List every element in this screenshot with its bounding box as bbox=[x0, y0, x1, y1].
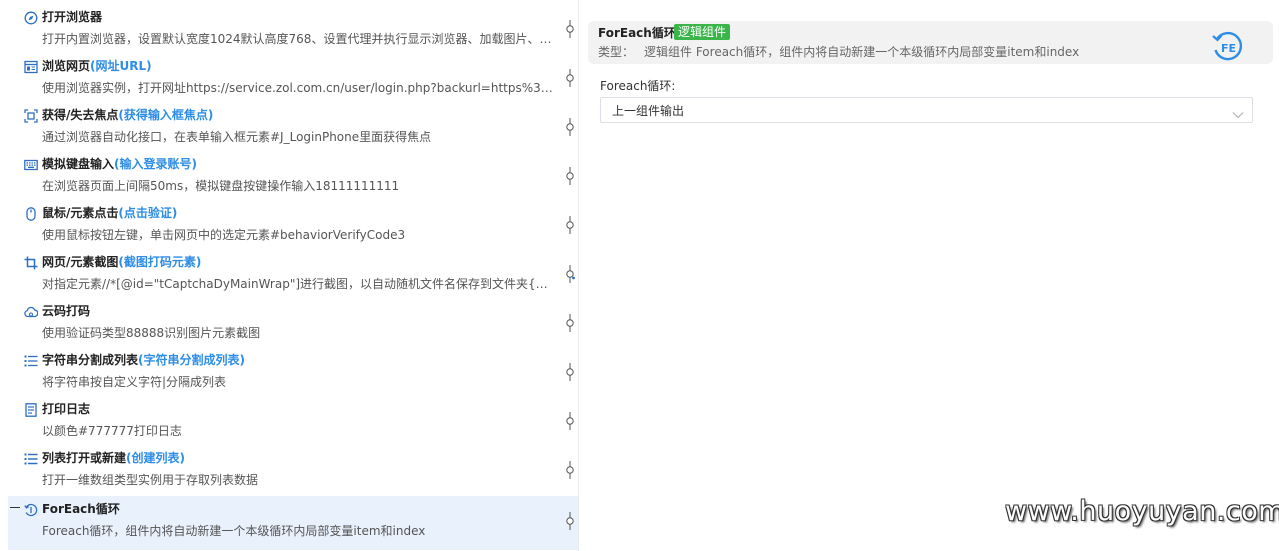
step-title: 打开浏览器 bbox=[42, 10, 103, 24]
component-type: 类型： 逻辑组件 Foreach循环，组件内将自动新建一个本级循环内局部变量ite… bbox=[598, 45, 1080, 59]
step-description: Foreach循环，组件内将自动新建一个本级循环内局部变量item和index bbox=[42, 524, 426, 538]
connector-icon[interactable] bbox=[565, 363, 575, 381]
connector-icon[interactable] bbox=[565, 314, 575, 332]
step-title: 云码打码 bbox=[42, 304, 91, 318]
connector-icon[interactable] bbox=[565, 265, 575, 283]
connector-icon[interactable] bbox=[565, 118, 575, 136]
compass-icon bbox=[24, 11, 38, 25]
connector-icon[interactable] bbox=[565, 167, 575, 185]
list-icon bbox=[24, 452, 38, 466]
step-mouse-click[interactable]: 鼠标/元素点击(点击验证) 使用鼠标按钮左键，单击网页中的选定元素#behavi… bbox=[8, 200, 578, 249]
focus-icon bbox=[24, 109, 38, 123]
step-title: 鼠标/元素点击(点击验证) bbox=[42, 206, 178, 220]
mouse-icon bbox=[24, 207, 38, 221]
step-title: 模拟键盘输入(输入登录账号) bbox=[42, 157, 197, 171]
step-description: 使用鼠标按钮左键，单击网页中的选定元素#behaviorVerifyCode3 bbox=[42, 228, 406, 242]
keyboard-icon bbox=[24, 158, 38, 172]
foreach-field-label: Foreach循环: bbox=[600, 79, 676, 93]
chevron-down-icon bbox=[1232, 105, 1244, 119]
step-description: 打开内置浏览器，设置默认宽度1024默认高度768、设置代理并执行显示浏览器、加… bbox=[42, 32, 554, 46]
cloud-icon bbox=[24, 305, 38, 319]
step-title: 打印日志 bbox=[42, 402, 91, 416]
step-open-browser[interactable]: 打开浏览器 打开内置浏览器，设置默认宽度1024默认高度768、设置代理并执行显… bbox=[8, 4, 578, 53]
watermark: www.huoyuyan.com bbox=[1005, 496, 1279, 527]
connector-icon[interactable] bbox=[565, 20, 575, 38]
log-icon bbox=[24, 403, 38, 417]
component-badge: 逻辑组件 bbox=[674, 24, 731, 40]
step-title: 字符串分割成列表(字符串分割成列表) bbox=[42, 353, 245, 367]
step-description: 打开一维数组类型实例用于存取列表数据 bbox=[42, 473, 259, 487]
loop-icon bbox=[24, 503, 38, 517]
connector-icon[interactable] bbox=[565, 512, 575, 530]
step-keyboard-input[interactable]: 模拟键盘输入(输入登录账号) 在浏览器页面上间隔50ms，模拟键盘按键操作输入1… bbox=[8, 151, 578, 200]
svg-text:FE: FE bbox=[1221, 42, 1236, 55]
connector-icon[interactable] bbox=[565, 69, 575, 87]
step-string-split[interactable]: 字符串分割成列表(字符串分割成列表) 将字符串按自定义字符|分隔成列表 bbox=[8, 347, 578, 396]
step-cloud-captcha[interactable]: 云码打码 使用验证码类型88888识别图片元素截图 bbox=[8, 298, 578, 347]
step-browse-page[interactable]: 浏览网页(网址URL) 使用浏览器实例，打开网址https://service.… bbox=[8, 53, 578, 102]
step-description: 将字符串按自定义字符|分隔成列表 bbox=[42, 375, 227, 389]
step-list-create[interactable]: 列表打开或新建(创建列表) 打开一维数组类型实例用于存取列表数据 bbox=[8, 445, 578, 494]
split-list-icon bbox=[24, 354, 38, 368]
connector-icon[interactable] bbox=[565, 216, 575, 234]
app-root: 打开浏览器 打开内置浏览器，设置默认宽度1024默认高度768、设置代理并执行显… bbox=[0, 0, 1279, 551]
step-description: 在浏览器页面上间隔50ms，模拟键盘按键操作输入18111111111 bbox=[42, 179, 400, 193]
crop-icon bbox=[24, 256, 38, 270]
browser-icon bbox=[24, 60, 38, 74]
step-screenshot[interactable]: 网页/元素截图(截图打码元素) 对指定元素//*[@id="tCaptchaDy… bbox=[8, 249, 578, 298]
step-list: 打开浏览器 打开内置浏览器，设置默认宽度1024默认高度768、设置代理并执行显… bbox=[0, 0, 578, 551]
step-title: 列表打开或新建(创建列表) bbox=[42, 451, 185, 465]
step-description: 对指定元素//*[@id="tCaptchaDyMainWrap"]进行截图，以… bbox=[42, 277, 554, 291]
component-title: ForEach循环 bbox=[598, 26, 676, 40]
step-description: 以颜色#777777打印日志 bbox=[42, 424, 182, 438]
connector-icon[interactable] bbox=[565, 461, 575, 479]
step-foreach-loop[interactable]: ForEach循环 Foreach循环，组件内将自动新建一个本级循环内局部变量i… bbox=[8, 496, 578, 550]
step-title: 获得/失去焦点(获得输入框焦点) bbox=[42, 108, 214, 122]
foreach-source-select[interactable]: 上一组件输出 bbox=[600, 97, 1253, 123]
step-description: 通过浏览器自动化接口，在表单输入框元素#J_LoginPhone里面获得焦点 bbox=[42, 130, 432, 144]
step-print-log[interactable]: 打印日志 以颜色#777777打印日志 bbox=[8, 396, 578, 445]
step-title: 浏览网页(网址URL) bbox=[42, 59, 152, 73]
connector-icon[interactable] bbox=[565, 412, 575, 430]
step-title: ForEach循环 bbox=[42, 502, 120, 516]
component-header: ForEach循环 逻辑组件 类型： 逻辑组件 Foreach循环，组件内将自动新… bbox=[588, 21, 1273, 64]
foreach-icon: FE bbox=[1210, 29, 1244, 63]
step-focus[interactable]: 获得/失去焦点(获得输入框焦点) 通过浏览器自动化接口，在表单输入框元素#J_L… bbox=[8, 102, 578, 151]
step-description: 使用浏览器实例，打开网址https://service.zol.com.cn/u… bbox=[42, 81, 554, 95]
step-description: 使用验证码类型88888识别图片元素截图 bbox=[42, 326, 261, 340]
panel-divider[interactable] bbox=[578, 0, 579, 551]
step-title: 网页/元素截图(截图打码元素) bbox=[42, 255, 202, 269]
select-value: 上一组件输出 bbox=[612, 104, 685, 118]
collapse-dash[interactable] bbox=[10, 507, 20, 508]
